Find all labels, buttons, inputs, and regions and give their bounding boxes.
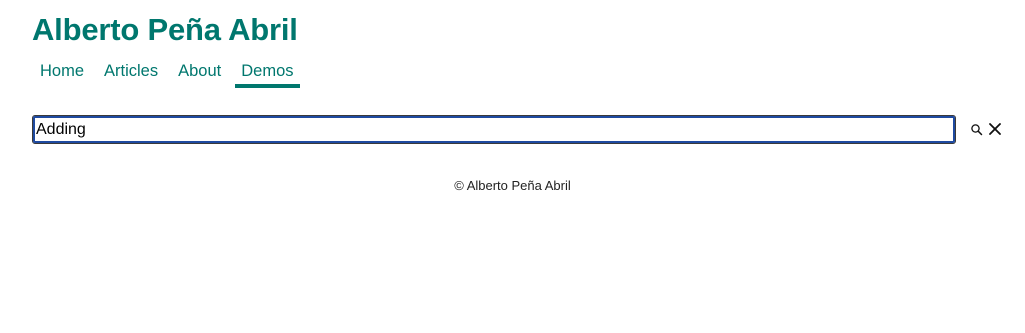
- close-icon[interactable]: [987, 121, 1003, 137]
- footer: © Alberto Peña Abril: [0, 178, 1025, 193]
- search-input[interactable]: [32, 115, 956, 144]
- search-bar: [32, 115, 1002, 145]
- main-nav: Home Articles About Demos: [32, 58, 306, 90]
- nav-item-articles[interactable]: Articles: [96, 58, 166, 88]
- nav-item-home[interactable]: Home: [32, 58, 92, 88]
- site-title[interactable]: Alberto Peña Abril: [32, 10, 298, 50]
- search-icon[interactable]: [970, 123, 984, 137]
- nav-item-demos[interactable]: Demos: [233, 58, 301, 88]
- nav-item-about[interactable]: About: [170, 58, 229, 88]
- copyright-text: © Alberto Peña Abril: [454, 178, 571, 193]
